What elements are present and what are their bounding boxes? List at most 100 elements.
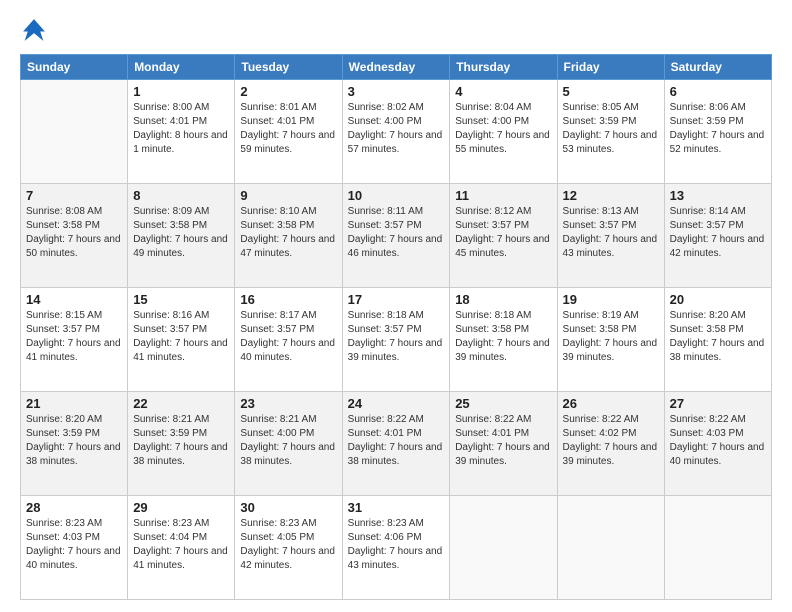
- page: SundayMondayTuesdayWednesdayThursdayFrid…: [0, 0, 792, 612]
- calendar-cell: 9 Sunrise: 8:10 AMSunset: 3:58 PMDaylight…: [235, 184, 342, 288]
- day-number: 8: [133, 188, 229, 203]
- calendar-cell: 7 Sunrise: 8:08 AMSunset: 3:58 PMDaylight…: [21, 184, 128, 288]
- day-info: Sunrise: 8:05 AMSunset: 3:59 PMDaylight:…: [563, 101, 659, 157]
- day-number: 6: [670, 84, 766, 99]
- calendar-week-row: 1 Sunrise: 8:00 AMSunset: 4:01 PMDaylight…: [21, 80, 772, 184]
- calendar-cell: 15 Sunrise: 8:16 AMSunset: 3:57 PMDayligh…: [128, 288, 235, 392]
- calendar-cell: 17 Sunrise: 8:18 AMSunset: 3:57 PMDayligh…: [342, 288, 450, 392]
- calendar-cell: 18 Sunrise: 8:18 AMSunset: 3:58 PMDayligh…: [450, 288, 557, 392]
- day-info: Sunrise: 8:23 AMSunset: 4:06 PMDaylight:…: [348, 517, 445, 573]
- day-number: 25: [455, 396, 551, 411]
- calendar-cell: [21, 80, 128, 184]
- day-info: Sunrise: 8:12 AMSunset: 3:57 PMDaylight:…: [455, 205, 551, 261]
- calendar-cell: 19Sunrise: 8:19 AMSunset: 3:58 PMDayligh…: [557, 288, 664, 392]
- day-number: 22: [133, 396, 229, 411]
- day-info: Sunrise: 8:18 AMSunset: 3:57 PMDaylight:…: [348, 309, 445, 365]
- day-info: Sunrise: 8:09 AMSunset: 3:58 PMDaylight:…: [133, 205, 229, 261]
- column-header-tuesday: Tuesday: [235, 55, 342, 80]
- header: [20, 16, 772, 44]
- calendar-cell: 21 Sunrise: 8:20 AMSunset: 3:59 PMDayligh…: [21, 392, 128, 496]
- calendar-cell: 13 Sunrise: 8:14 AMSunset: 3:57 PMDayligh…: [664, 184, 771, 288]
- day-number: 18: [455, 292, 551, 307]
- calendar-cell: 8 Sunrise: 8:09 AMSunset: 3:58 PMDaylight…: [128, 184, 235, 288]
- day-info: Sunrise: 8:22 AMSunset: 4:02 PMDaylight:…: [563, 413, 659, 469]
- day-number: 11: [455, 188, 551, 203]
- day-number: 30: [240, 500, 336, 515]
- day-number: 4: [455, 84, 551, 99]
- calendar-cell: [664, 496, 771, 600]
- calendar-cell: 20 Sunrise: 8:20 AMSunset: 3:58 PMDayligh…: [664, 288, 771, 392]
- day-info: Sunrise: 8:22 AMSunset: 4:01 PMDaylight:…: [348, 413, 445, 469]
- calendar-cell: 14 Sunrise: 8:15 AMSunset: 3:57 PMDayligh…: [21, 288, 128, 392]
- column-header-monday: Monday: [128, 55, 235, 80]
- day-number: 9: [240, 188, 336, 203]
- day-number: 2: [240, 84, 336, 99]
- calendar-week-row: 14 Sunrise: 8:15 AMSunset: 3:57 PMDayligh…: [21, 288, 772, 392]
- day-number: 7: [26, 188, 122, 203]
- column-header-thursday: Thursday: [450, 55, 557, 80]
- day-info: Sunrise: 8:14 AMSunset: 3:57 PMDaylight:…: [670, 205, 766, 261]
- day-info: Sunrise: 8:06 AMSunset: 3:59 PMDaylight:…: [670, 101, 766, 157]
- day-number: 10: [348, 188, 445, 203]
- day-info: Sunrise: 8:21 AMSunset: 4:00 PMDaylight:…: [240, 413, 336, 469]
- day-number: 15: [133, 292, 229, 307]
- day-number: 20: [670, 292, 766, 307]
- calendar-cell: 11 Sunrise: 8:12 AMSunset: 3:57 PMDayligh…: [450, 184, 557, 288]
- day-info: Sunrise: 8:10 AMSunset: 3:58 PMDaylight:…: [240, 205, 336, 261]
- calendar-table: SundayMondayTuesdayWednesdayThursdayFrid…: [20, 54, 772, 600]
- calendar-cell: 26 Sunrise: 8:22 AMSunset: 4:02 PMDayligh…: [557, 392, 664, 496]
- day-number: 21: [26, 396, 122, 411]
- day-number: 13: [670, 188, 766, 203]
- calendar-cell: 22 Sunrise: 8:21 AMSunset: 3:59 PMDayligh…: [128, 392, 235, 496]
- calendar-week-row: 21 Sunrise: 8:20 AMSunset: 3:59 PMDayligh…: [21, 392, 772, 496]
- logo: [20, 16, 52, 44]
- day-info: Sunrise: 8:17 AMSunset: 3:57 PMDaylight:…: [240, 309, 336, 365]
- day-info: Sunrise: 8:23 AMSunset: 4:05 PMDaylight:…: [240, 517, 336, 573]
- day-info: Sunrise: 8:01 AMSunset: 4:01 PMDaylight:…: [240, 101, 336, 157]
- calendar-cell: [450, 496, 557, 600]
- day-number: 12: [563, 188, 659, 203]
- day-number: 14: [26, 292, 122, 307]
- calendar-cell: 4Sunrise: 8:04 AMSunset: 4:00 PMDaylight…: [450, 80, 557, 184]
- calendar-cell: 31 Sunrise: 8:23 AMSunset: 4:06 PMDayligh…: [342, 496, 450, 600]
- day-info: Sunrise: 8:13 AMSunset: 3:57 PMDaylight:…: [563, 205, 659, 261]
- calendar-header-row: SundayMondayTuesdayWednesdayThursdayFrid…: [21, 55, 772, 80]
- calendar-cell: 24 Sunrise: 8:22 AMSunset: 4:01 PMDayligh…: [342, 392, 450, 496]
- calendar-cell: 25 Sunrise: 8:22 AMSunset: 4:01 PMDayligh…: [450, 392, 557, 496]
- day-number: 5: [563, 84, 659, 99]
- day-number: 17: [348, 292, 445, 307]
- day-number: 1: [133, 84, 229, 99]
- day-number: 24: [348, 396, 445, 411]
- day-info: Sunrise: 8:16 AMSunset: 3:57 PMDaylight:…: [133, 309, 229, 365]
- calendar-cell: 2 Sunrise: 8:01 AMSunset: 4:01 PMDaylight…: [235, 80, 342, 184]
- calendar-cell: 29Sunrise: 8:23 AMSunset: 4:04 PMDayligh…: [128, 496, 235, 600]
- calendar-cell: 27Sunrise: 8:22 AMSunset: 4:03 PMDayligh…: [664, 392, 771, 496]
- calendar-week-row: 28Sunrise: 8:23 AMSunset: 4:03 PMDayligh…: [21, 496, 772, 600]
- calendar-cell: 6 Sunrise: 8:06 AMSunset: 3:59 PMDaylight…: [664, 80, 771, 184]
- calendar-cell: [557, 496, 664, 600]
- day-info: Sunrise: 8:20 AMSunset: 3:58 PMDaylight:…: [670, 309, 766, 365]
- calendar-cell: 16 Sunrise: 8:17 AMSunset: 3:57 PMDayligh…: [235, 288, 342, 392]
- calendar-cell: 5 Sunrise: 8:05 AMSunset: 3:59 PMDaylight…: [557, 80, 664, 184]
- day-info: Sunrise: 8:22 AMSunset: 4:01 PMDaylight:…: [455, 413, 551, 469]
- day-info: Sunrise: 8:19 AMSunset: 3:58 PMDaylight:…: [563, 309, 659, 365]
- day-info: Sunrise: 8:20 AMSunset: 3:59 PMDaylight:…: [26, 413, 122, 469]
- calendar-week-row: 7 Sunrise: 8:08 AMSunset: 3:58 PMDaylight…: [21, 184, 772, 288]
- logo-icon: [20, 16, 48, 44]
- day-info: Sunrise: 8:21 AMSunset: 3:59 PMDaylight:…: [133, 413, 229, 469]
- day-info: Sunrise: 8:00 AMSunset: 4:01 PMDaylight:…: [133, 101, 229, 157]
- calendar-cell: 28Sunrise: 8:23 AMSunset: 4:03 PMDayligh…: [21, 496, 128, 600]
- day-info: Sunrise: 8:15 AMSunset: 3:57 PMDaylight:…: [26, 309, 122, 365]
- calendar-cell: 23Sunrise: 8:21 AMSunset: 4:00 PMDayligh…: [235, 392, 342, 496]
- day-info: Sunrise: 8:23 AMSunset: 4:04 PMDaylight:…: [133, 517, 229, 573]
- calendar-cell: 12 Sunrise: 8:13 AMSunset: 3:57 PMDayligh…: [557, 184, 664, 288]
- day-number: 26: [563, 396, 659, 411]
- day-number: 27: [670, 396, 766, 411]
- day-info: Sunrise: 8:18 AMSunset: 3:58 PMDaylight:…: [455, 309, 551, 365]
- day-number: 16: [240, 292, 336, 307]
- day-number: 31: [348, 500, 445, 515]
- column-header-saturday: Saturday: [664, 55, 771, 80]
- day-info: Sunrise: 8:08 AMSunset: 3:58 PMDaylight:…: [26, 205, 122, 261]
- column-header-wednesday: Wednesday: [342, 55, 450, 80]
- day-number: 3: [348, 84, 445, 99]
